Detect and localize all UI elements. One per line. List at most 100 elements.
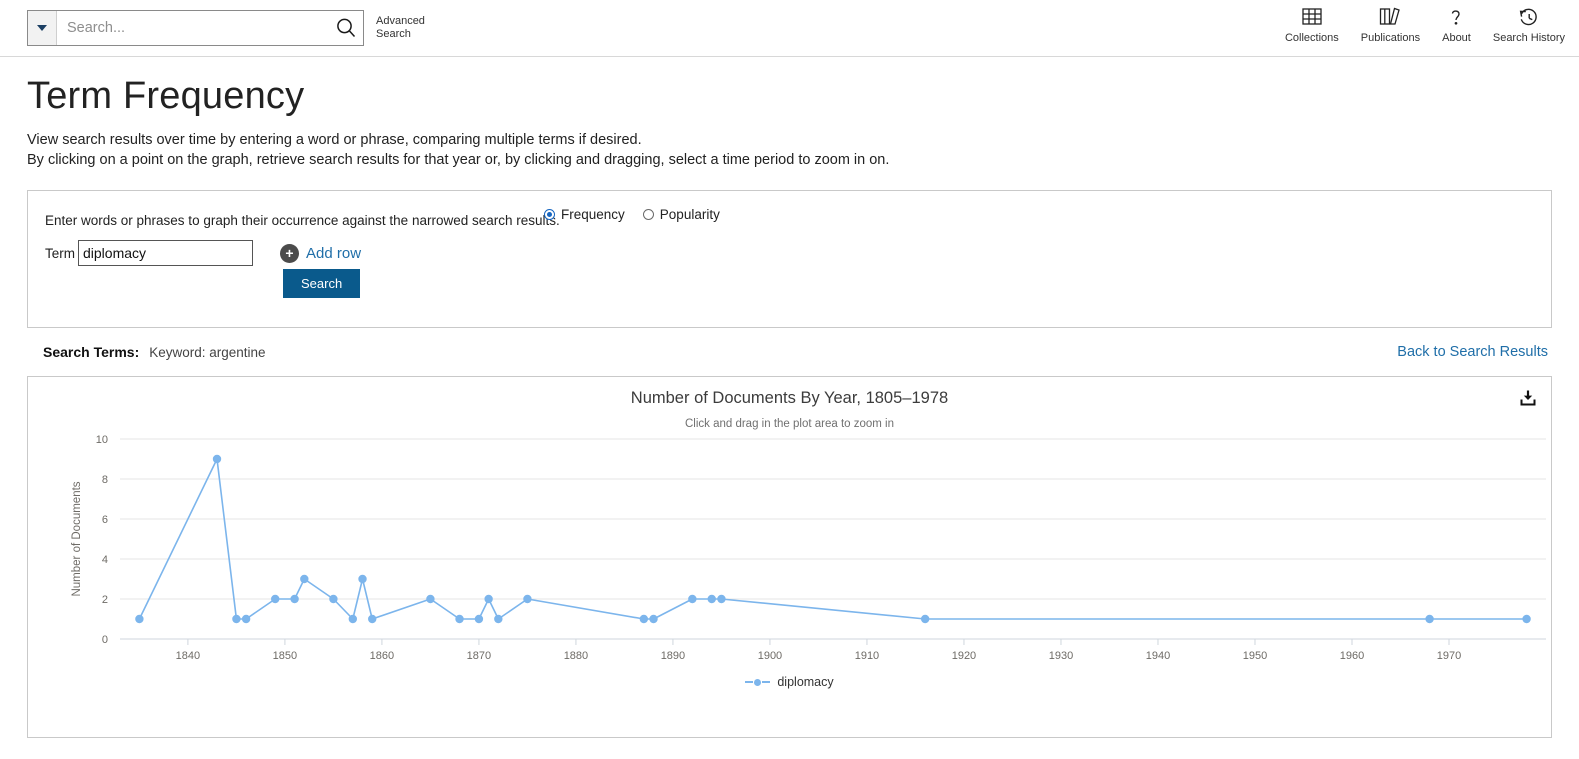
nav-label-publications: Publications: [1360, 32, 1421, 44]
data-point[interactable]: [1522, 614, 1531, 624]
nav-label-search-history: Search History: [1492, 32, 1565, 44]
data-point[interactable]: [348, 614, 358, 624]
radio-popularity-label: Popularity: [659, 207, 720, 222]
x-axis-tick-label: 1850: [273, 650, 297, 662]
data-point[interactable]: [1425, 614, 1434, 624]
back-to-search-results-link[interactable]: Back to Search Results: [1397, 344, 1548, 360]
legend-marker: [745, 678, 771, 686]
data-point[interactable]: [426, 594, 435, 604]
query-panel: Enter words or phrases to graph their oc…: [27, 190, 1552, 328]
y-axis-tick-label: 6: [102, 514, 108, 526]
term-row: Term + Add row: [45, 240, 1551, 266]
search-icon: [337, 18, 356, 38]
chart-legend: diplomacy: [28, 675, 1551, 689]
data-point[interactable]: [368, 614, 377, 624]
data-point[interactable]: [707, 594, 716, 604]
data-point[interactable]: [920, 614, 930, 624]
global-search: Advanced Search: [27, 10, 438, 46]
data-point[interactable]: [494, 614, 503, 624]
top-bar: Advanced Search Collections: [0, 0, 1579, 57]
search-input[interactable]: [57, 12, 329, 44]
data-point[interactable]: [455, 614, 464, 624]
radio-popularity[interactable]: Popularity: [642, 207, 720, 222]
x-axis-tick-label: 1960: [1340, 650, 1364, 662]
advanced-search-link[interactable]: Advanced Search: [376, 15, 438, 41]
x-axis-tick-label: 1860: [370, 650, 394, 662]
data-point[interactable]: [290, 594, 299, 604]
y-axis-title: Number of Documents: [71, 481, 83, 596]
books-icon: [1378, 4, 1402, 28]
question-mark-icon: [1446, 4, 1466, 28]
search-box[interactable]: [27, 10, 364, 46]
x-axis-tick-label: 1890: [661, 650, 685, 662]
legend-label: diplomacy: [777, 675, 834, 689]
top-navigation: Collections Publications About Search Hi…: [1263, 4, 1565, 44]
chart-title: Number of Documents By Year, 1805–1978: [630, 389, 949, 407]
download-icon[interactable]: [1519, 389, 1537, 412]
nav-item-publications[interactable]: Publications: [1361, 4, 1420, 44]
history-clock-icon: [1517, 4, 1541, 28]
add-row-button[interactable]: + Add row: [280, 243, 362, 263]
radio-popularity-dot: [642, 209, 654, 220]
data-point[interactable]: [271, 594, 280, 604]
legend-item-diplomacy[interactable]: diplomacy: [745, 675, 834, 689]
data-point[interactable]: [523, 594, 532, 604]
y-axis-tick-label: 8: [102, 474, 108, 486]
data-point[interactable]: [484, 594, 493, 604]
nav-label-about: About: [1442, 32, 1471, 44]
page-header: Term Frequency View search results over …: [0, 57, 1579, 168]
search-terms-bar: Search Terms: Keyword: argentine Back to…: [27, 344, 1552, 364]
term-label: Term: [45, 245, 75, 261]
plot-area[interactable]: 0 2 4 6 8 10 Number of Documents 1840 1850 1860 18…: [28, 429, 1551, 679]
page-description-line-1: View search results over time by enterin…: [27, 132, 642, 148]
radio-frequency[interactable]: Frequency: [544, 207, 625, 222]
nav-item-collections[interactable]: Collections: [1285, 4, 1339, 44]
x-axis-tick-label: 1870: [467, 650, 491, 662]
search-submit-button[interactable]: [329, 11, 363, 45]
x-axis-tick-label: 1840: [176, 650, 200, 662]
data-point[interactable]: [135, 614, 144, 624]
line-chart-svg[interactable]: 0 2 4 6 8 10 Number of Documents 1840 1850 1860 18…: [28, 429, 1553, 679]
search-terms-value: Keyword: argentine: [149, 345, 266, 360]
chevron-down-icon: [37, 25, 47, 31]
radio-frequency-dot: [544, 209, 555, 220]
page-title: Term Frequency: [27, 75, 305, 117]
x-axis-tick-label: 1970: [1437, 650, 1461, 662]
search-terms-label: Search Terms:: [43, 344, 140, 360]
page-description-line-2: By clicking on a point on the graph, ret…: [27, 152, 890, 168]
term-input[interactable]: [78, 240, 253, 266]
search-scope-dropdown[interactable]: [28, 11, 57, 45]
add-row-label: Add row: [306, 244, 362, 262]
data-point[interactable]: [241, 614, 251, 624]
data-point[interactable]: [639, 614, 649, 624]
nav-item-about[interactable]: About: [1442, 4, 1471, 44]
x-axis-tick-label: 1910: [855, 650, 879, 662]
query-hint: Enter words or phrases to graph their oc…: [45, 213, 560, 228]
x-axis-tick-label: 1880: [564, 650, 588, 662]
x-axis-tick-label: 1900: [758, 650, 782, 662]
search-button[interactable]: Search: [283, 269, 361, 298]
data-point[interactable]: [358, 574, 367, 584]
x-axis-tick-label: 1940: [1146, 650, 1170, 662]
mode-radio-group: Frequency Popularity: [544, 207, 738, 222]
radio-frequency-label: Frequency: [561, 207, 625, 222]
data-point[interactable]: [212, 454, 222, 464]
data-point[interactable]: [300, 574, 309, 584]
y-axis-tick-label: 2: [102, 594, 108, 606]
data-point[interactable]: [474, 614, 484, 624]
data-point[interactable]: [717, 594, 726, 604]
x-axis-tick-label: 1950: [1243, 650, 1267, 662]
data-point[interactable]: [232, 614, 241, 624]
data-point[interactable]: [649, 614, 658, 624]
nav-item-search-history[interactable]: Search History: [1493, 4, 1565, 44]
nav-label-collections: Collections: [1284, 32, 1339, 44]
y-axis-tick-label: 4: [102, 554, 108, 566]
x-axis-tick-label: 1920: [952, 650, 976, 662]
chart-card: Number of Documents By Year, 1805–1978 C…: [27, 376, 1552, 738]
data-point[interactable]: [329, 594, 338, 604]
plus-circle-icon: +: [280, 243, 299, 263]
grid-icon: [1301, 4, 1323, 28]
data-point[interactable]: [688, 594, 697, 604]
series-line-diplomacy: [138, 458, 1527, 620]
y-axis-tick-label: 0: [102, 634, 108, 646]
